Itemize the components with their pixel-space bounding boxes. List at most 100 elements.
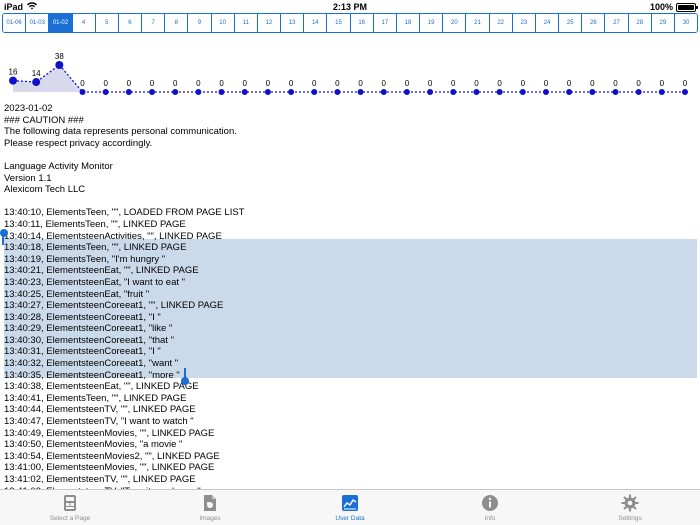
date-segment[interactable]: 30 — [673, 14, 697, 32]
log-line: 13:40:28, ElementsteenCoreeat1, "I " — [4, 311, 161, 323]
chart-data-label: 0 — [382, 79, 387, 88]
chart-point — [334, 89, 341, 95]
date-segment[interactable]: 22 — [488, 14, 512, 32]
chart-point — [288, 89, 295, 95]
chart-point — [264, 89, 271, 95]
date-segment[interactable]: 21 — [465, 14, 489, 32]
date-segment[interactable]: 01-02 — [48, 14, 72, 32]
info-icon — [479, 493, 501, 513]
tab-label: Info — [484, 515, 496, 522]
date-segment[interactable]: 16 — [349, 14, 373, 32]
log-line: 13:40:31, ElementsteenCoreeat1, "I " — [4, 346, 161, 358]
log-line: 13:40:27, ElementsteenCoreeat1, "", LINK… — [4, 300, 224, 312]
chart-data-label: 0 — [219, 79, 224, 88]
chart-point — [635, 89, 642, 95]
date-segment[interactable]: 8 — [164, 14, 188, 32]
caution-heading: ### CAUTION ### — [4, 114, 84, 126]
chart-data-label: 0 — [150, 79, 155, 88]
chart-data-label: 0 — [358, 79, 363, 88]
log-line: 13:40:23, ElementsteenEat, "I want to ea… — [4, 276, 186, 288]
chart-point — [79, 89, 86, 95]
date-segment[interactable]: 11 — [233, 14, 257, 32]
date-segment[interactable]: 12 — [256, 14, 281, 32]
chart-point — [403, 89, 410, 95]
chart-point — [357, 89, 364, 95]
tab-images[interactable]: Images — [140, 490, 280, 525]
date-segment[interactable]: 28 — [627, 14, 651, 32]
chart-point — [566, 89, 573, 95]
log-line: 13:40:29, ElementsteenCoreeat1, "like " — [4, 323, 173, 335]
date-segment[interactable]: 24 — [534, 14, 559, 32]
date-segment[interactable]: 9 — [187, 14, 211, 32]
selection-end-handle[interactable] — [181, 377, 189, 385]
chart-data-label: 0 — [683, 79, 688, 88]
user-data-icon — [339, 493, 361, 513]
log-line: 13:40:44, ElementsteenTV, "", LINKED PAG… — [4, 404, 196, 416]
date-segment[interactable]: 14 — [303, 14, 327, 32]
chart-point — [589, 89, 596, 95]
log-line: 13:41:02, ElementsteenTV, "", LINKED PAG… — [4, 474, 196, 485]
chart-data-label: 0 — [636, 79, 641, 88]
date-segment[interactable]: 19 — [419, 14, 443, 32]
log-line: 13:40:41, ElementsTeen, "", LINKED PAGE — [4, 392, 187, 404]
log-line: 13:40:32, ElementsteenCoreeat1, "want " — [4, 358, 179, 370]
activity-chart: 16 14 38 0 0 0 0 0 0 0 0 0 0 0 0 0 0 0 0 0 0 0 0 0 0 0 0 0 0 0 — [9, 52, 688, 95]
log-line: 13:40:18, ElementsTeen, "", LINKED PAGE — [4, 242, 187, 254]
date-segment[interactable]: 4 — [71, 14, 95, 32]
chart-data-label: 0 — [103, 79, 108, 88]
date-segment[interactable]: 10 — [210, 14, 234, 32]
chart-point — [473, 89, 480, 95]
chart-point — [682, 89, 688, 95]
date-segment[interactable]: 01-03 — [25, 14, 49, 32]
chart-data-label: 0 — [590, 79, 595, 88]
chart-point — [218, 89, 225, 95]
log-line: 13:40:14, ElementsteenActivities, "", LI… — [4, 230, 222, 242]
selection-start-handle[interactable] — [0, 229, 8, 237]
chart-data-label: 0 — [289, 79, 294, 88]
chart-point — [612, 89, 619, 95]
privacy-notice-2: Please respect privacy accordingly. — [4, 137, 153, 149]
log-line: 13:40:38, ElementsteenEat, "", LINKED PA… — [4, 381, 199, 393]
date-segment[interactable]: 15 — [326, 14, 350, 32]
chart-data-label: 0 — [127, 79, 132, 88]
date-segment[interactable]: 23 — [511, 14, 535, 32]
date-segment[interactable]: 5 — [94, 14, 118, 32]
log-line: 13:40:35, ElementsteenCoreeat1, "more " — [4, 369, 180, 381]
chart-point — [450, 89, 457, 95]
tab-user-data[interactable]: User Data — [280, 490, 420, 525]
select-page-icon — [59, 493, 81, 513]
log-line: 13:40:30, ElementsteenCoreeat1, "that " — [4, 334, 174, 346]
date-segment[interactable]: 27 — [604, 14, 628, 32]
chart-data-label: 0 — [173, 79, 178, 88]
date-segment[interactable]: 13 — [280, 14, 304, 32]
date-segment[interactable]: 25 — [558, 14, 582, 32]
privacy-notice-1: The following data represents personal c… — [4, 126, 237, 138]
date-segment[interactable]: 7 — [141, 14, 165, 32]
chart-point — [311, 89, 318, 95]
tab-select-a-page[interactable]: Select a Page — [0, 490, 140, 525]
date-segment[interactable]: 01-06 — [3, 14, 26, 32]
chart-data-label: 38 — [55, 52, 64, 61]
chart-data-label: 0 — [521, 79, 526, 88]
battery-level — [678, 4, 694, 10]
tab-settings[interactable]: Settings — [560, 490, 700, 525]
date-segment[interactable]: 26 — [581, 14, 605, 32]
chart-data-label: 0 — [242, 79, 247, 88]
chart-point — [195, 89, 202, 95]
log-line: 13:40:19, ElementsTeen, "I'm hungry " — [4, 253, 166, 265]
tab-info[interactable]: Info — [420, 490, 560, 525]
chart-area — [13, 65, 83, 92]
date-segment[interactable]: 17 — [372, 14, 396, 32]
chart-point — [658, 89, 665, 95]
chart-data-label: 0 — [312, 79, 317, 88]
date-segment[interactable]: 29 — [650, 14, 674, 32]
chart-data-label: 0 — [567, 79, 572, 88]
date-segment[interactable]: 6 — [117, 14, 142, 32]
battery-percent: 100% — [649, 2, 673, 12]
tab-label: Select a Page — [49, 515, 91, 522]
activity-log[interactable]: 2023-01-02 ### CAUTION ### The following… — [4, 103, 698, 489]
date-segment[interactable]: 18 — [395, 14, 420, 32]
chart-point — [149, 89, 156, 95]
log-line: 13:40:11, ElementsTeen, "", LINKED PAGE — [4, 218, 186, 230]
date-segment[interactable]: 20 — [442, 14, 466, 32]
